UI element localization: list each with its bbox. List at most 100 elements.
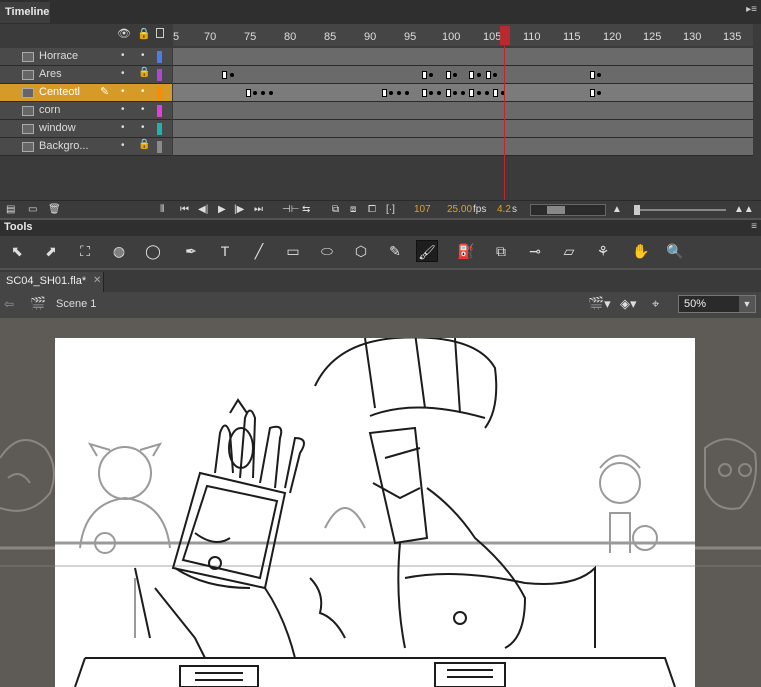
line-tool[interactable]: ╱: [248, 240, 270, 262]
keyframe[interactable]: [446, 71, 451, 79]
keyframe[interactable]: [422, 89, 427, 97]
stage-area[interactable]: [0, 318, 761, 687]
hand-tool[interactable]: ✋: [630, 240, 652, 262]
keyframe-dot[interactable]: [461, 91, 465, 95]
visibility-dot[interactable]: •: [121, 86, 125, 97]
keyframe-dot[interactable]: [269, 91, 273, 95]
scrollbar-thumb[interactable]: [547, 206, 565, 214]
frame-size-slider[interactable]: [634, 205, 726, 215]
panel-menu-icon[interactable]: ▸≡: [746, 4, 757, 15]
outline-color-swatch[interactable]: [157, 87, 162, 99]
outline-color-swatch[interactable]: [157, 123, 162, 135]
layer-row[interactable]: window • •: [0, 120, 172, 138]
frame-ruler[interactable]: 5 70 75 80 85 90 95 100 105 110 115 120 …: [173, 24, 753, 46]
eyedropper-tool[interactable]: ⊸: [524, 240, 546, 262]
keyframe-dot[interactable]: [597, 73, 601, 77]
keyframe-dot[interactable]: [230, 73, 234, 77]
layer-row[interactable]: Horrace • •: [0, 48, 172, 66]
layer-row[interactable]: Backgro... • 🔒: [0, 138, 172, 156]
modify-markers-icon[interactable]: [·]: [386, 204, 395, 215]
keyframe-dot[interactable]: [597, 91, 601, 95]
eraser-tool[interactable]: ▱: [558, 240, 580, 262]
free-transform-tool[interactable]: ⛶: [74, 240, 96, 262]
lock-icon[interactable]: 🔒: [138, 139, 150, 150]
current-frame[interactable]: 107: [414, 204, 431, 215]
selection-tool[interactable]: ⬉: [6, 240, 28, 262]
onion-skin-icon[interactable]: ⧉: [332, 204, 339, 215]
frame-row[interactable]: [173, 102, 753, 120]
keyframe-dot[interactable]: [253, 91, 257, 95]
lock-dot[interactable]: •: [141, 122, 145, 133]
keyframe[interactable]: [446, 89, 451, 97]
outline-icon[interactable]: [156, 28, 164, 38]
keyframe-dot[interactable]: [477, 73, 481, 77]
new-folder-icon[interactable]: ▭: [28, 204, 37, 215]
stage-canvas[interactable]: [55, 332, 695, 687]
keyframe-dot[interactable]: [429, 91, 433, 95]
keyframe[interactable]: [590, 71, 595, 79]
keyframe[interactable]: [493, 89, 498, 97]
frame-row[interactable]: [173, 66, 753, 84]
keyframe-dot[interactable]: [485, 91, 489, 95]
horizontal-scrollbar[interactable]: [530, 204, 606, 216]
rectangle-tool[interactable]: ▭: [282, 240, 304, 262]
outline-color-swatch[interactable]: [157, 51, 162, 63]
tab-timeline[interactable]: Timeline: [0, 2, 50, 23]
keyframe-dot[interactable]: [453, 91, 457, 95]
scroll-handle-icon[interactable]: ⦀: [160, 204, 164, 215]
visibility-dot[interactable]: •: [121, 50, 125, 61]
outline-color-swatch[interactable]: [157, 141, 162, 153]
panel-menu-icon[interactable]: ≡: [751, 221, 757, 232]
zoom-in-mountain-icon[interactable]: ▲▲: [734, 204, 754, 215]
scene-label[interactable]: Scene 1: [56, 298, 96, 310]
loop-icon[interactable]: ⇆: [302, 204, 310, 215]
playhead[interactable]: [500, 26, 510, 45]
slider-handle[interactable]: [634, 205, 640, 215]
frame-row[interactable]: [173, 138, 753, 156]
layer-row[interactable]: Ares • 🔒: [0, 66, 172, 84]
lock-dot[interactable]: •: [141, 50, 145, 61]
lasso-tool[interactable]: ◯: [142, 240, 164, 262]
keyframe-dot[interactable]: [405, 91, 409, 95]
visibility-dot[interactable]: •: [121, 104, 125, 115]
keyframe-dot[interactable]: [261, 91, 265, 95]
frame-row[interactable]: [173, 48, 753, 66]
layer-row[interactable]: Centeotl ✎ • •: [0, 84, 172, 102]
paint-bucket-tool[interactable]: ⛽: [455, 240, 477, 262]
keyframe[interactable]: [422, 71, 427, 79]
lock-icon[interactable]: 🔒: [137, 27, 151, 40]
layer-row[interactable]: corn • •: [0, 102, 172, 120]
zoom-out-mountain-icon[interactable]: ▲: [612, 204, 622, 215]
tab-tools[interactable]: Tools: [4, 221, 33, 233]
bone-tool[interactable]: ⚘: [592, 240, 614, 262]
zoom-select[interactable]: 50% ▼: [678, 295, 756, 313]
keyframe-dot[interactable]: [397, 91, 401, 95]
back-arrow-icon[interactable]: ⇦: [4, 297, 14, 311]
visibility-dot[interactable]: •: [121, 68, 125, 79]
keyframe-dot[interactable]: [437, 91, 441, 95]
ink-bottle-tool[interactable]: ⧉: [490, 240, 512, 262]
visibility-dot[interactable]: •: [121, 122, 125, 133]
last-frame-icon[interactable]: ⏭: [254, 204, 263, 215]
text-tool[interactable]: T: [214, 240, 236, 262]
keyframe-dot[interactable]: [493, 73, 497, 77]
step-forward-icon[interactable]: |▶: [234, 204, 244, 215]
keyframe[interactable]: [222, 71, 227, 79]
edit-symbols-icon[interactable]: ◈▾: [620, 296, 637, 312]
3d-rotation-tool[interactable]: ◍: [108, 240, 130, 262]
keyframe[interactable]: [469, 71, 474, 79]
lock-icon[interactable]: 🔒: [138, 67, 150, 78]
new-layer-icon[interactable]: ▤: [6, 204, 15, 215]
keyframe-dot[interactable]: [429, 73, 433, 77]
fps-value[interactable]: 25.00: [447, 204, 472, 215]
center-frame-icon[interactable]: ⊣⊢: [282, 204, 299, 215]
first-frame-icon[interactable]: ⏮: [180, 204, 189, 215]
keyframe-dot[interactable]: [477, 91, 481, 95]
frame-row[interactable]: [173, 84, 753, 102]
play-icon[interactable]: ▶: [218, 204, 226, 215]
polystar-tool[interactable]: ⬡: [350, 240, 372, 262]
lock-dot[interactable]: •: [141, 104, 145, 115]
edit-multiple-icon[interactable]: ⧠: [368, 204, 376, 215]
keyframe-dot[interactable]: [453, 73, 457, 77]
outline-color-swatch[interactable]: [157, 105, 162, 117]
